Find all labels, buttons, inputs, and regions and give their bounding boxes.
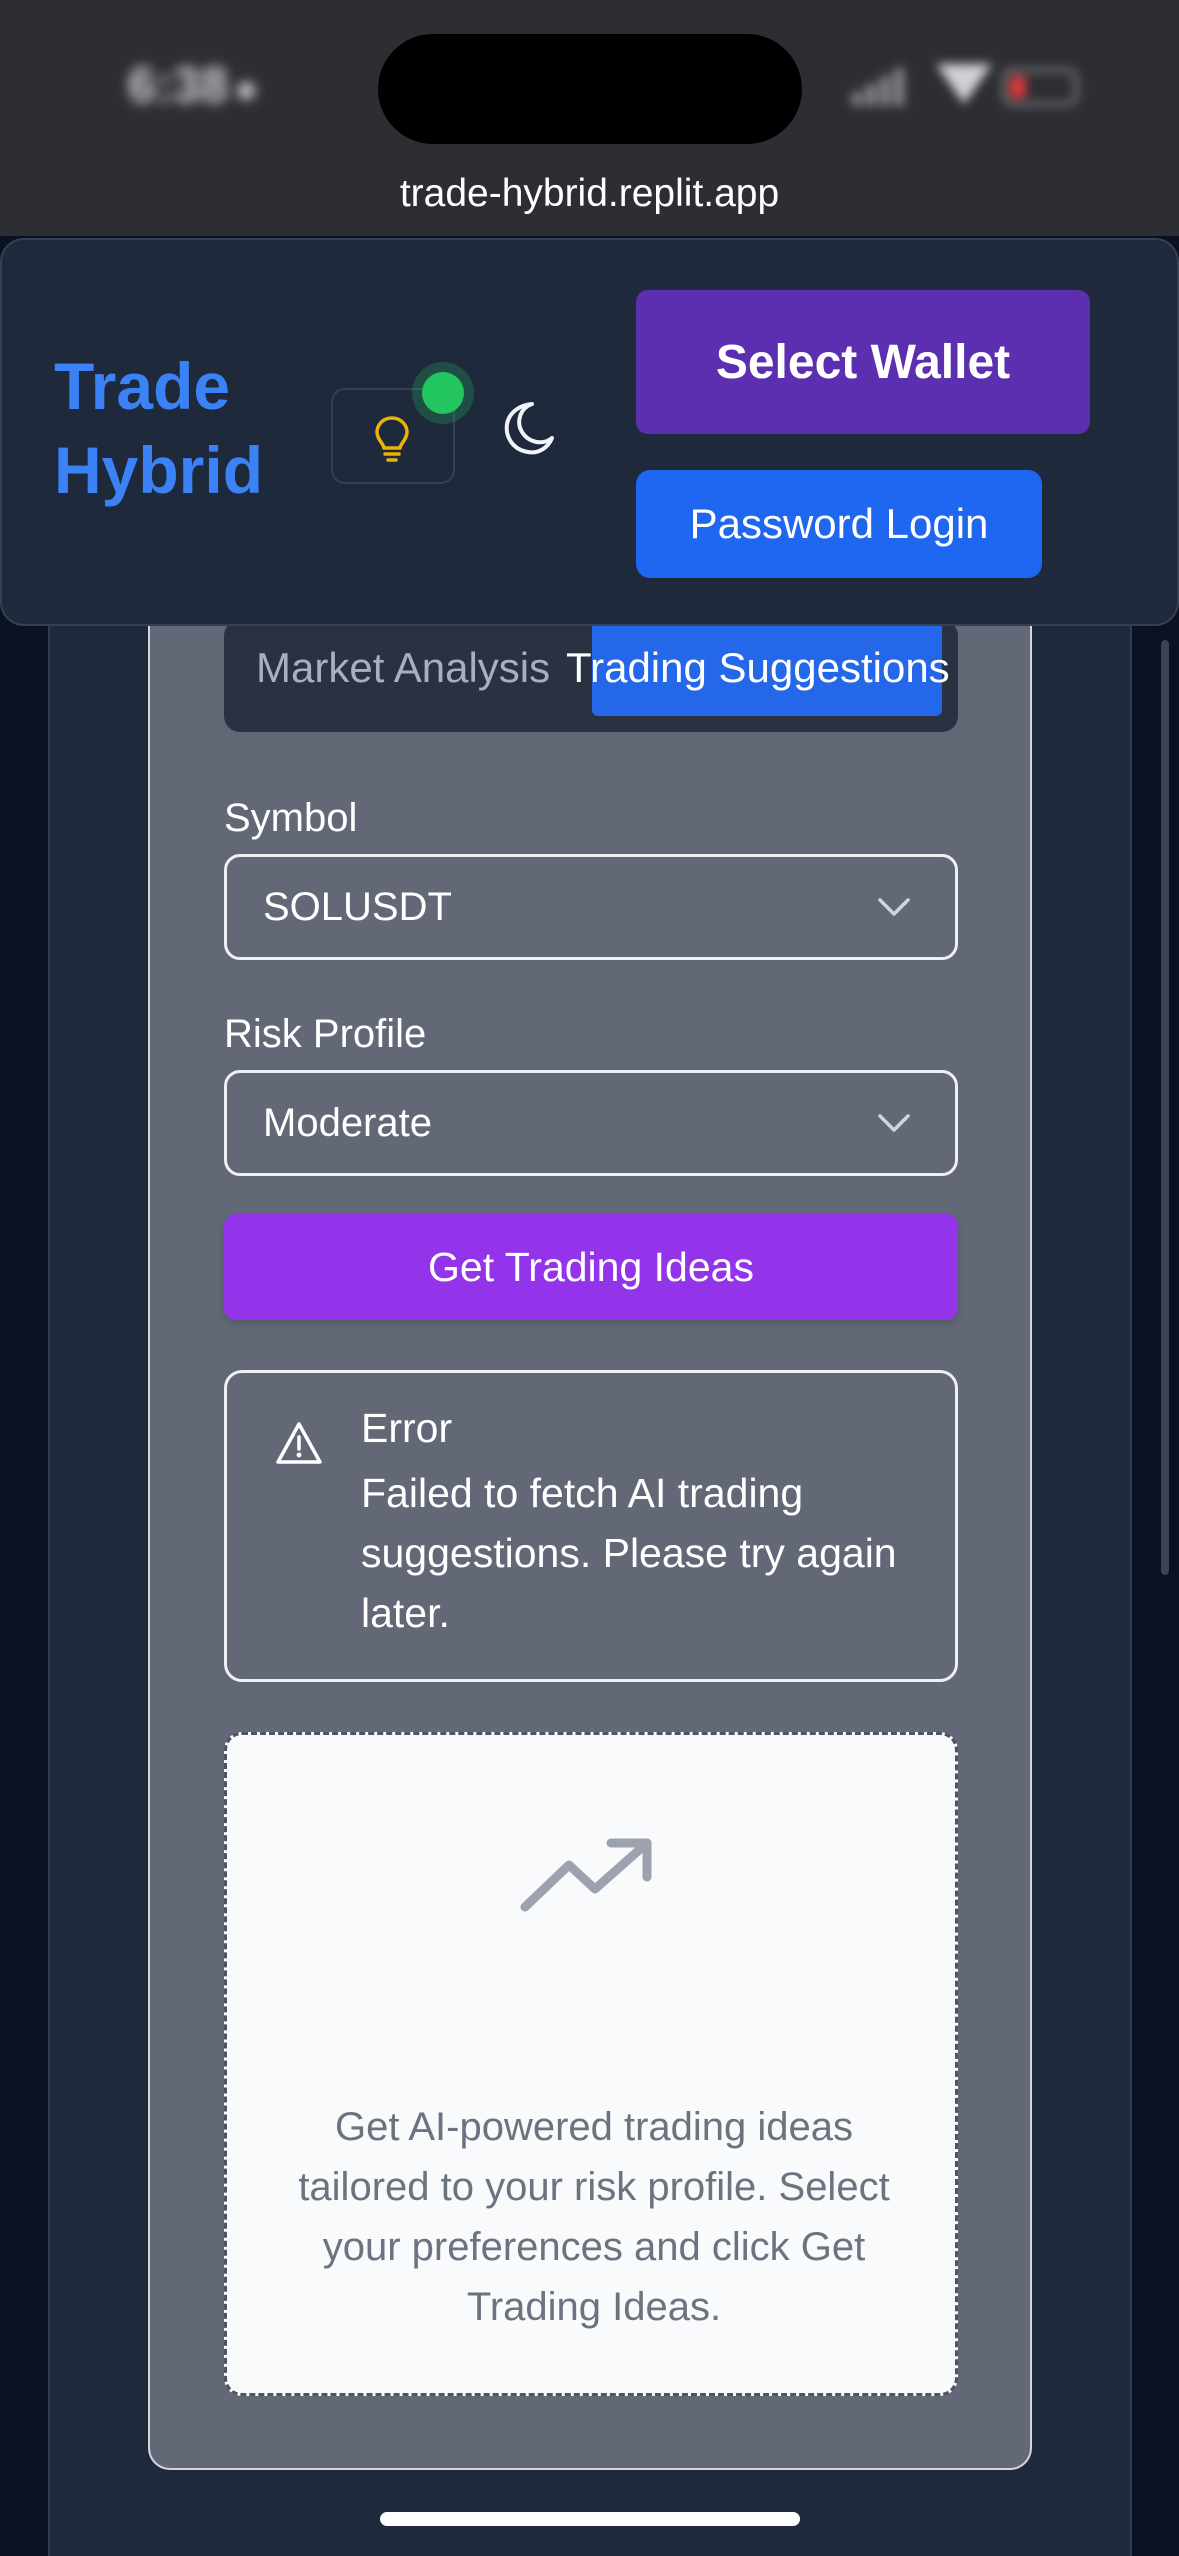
risk-profile-value: Moderate	[263, 1101, 432, 1145]
risk-profile-select[interactable]: Moderate	[224, 1070, 958, 1176]
app-header: Trade Hybrid Select Wallet Password Logi…	[0, 238, 1179, 626]
brand-line-2: Hybrid	[54, 433, 264, 507]
scrollbar[interactable]	[1161, 640, 1169, 1575]
moon-icon[interactable]	[502, 400, 558, 456]
select-wallet-button[interactable]: Select Wallet	[636, 290, 1090, 434]
error-alert: Error Failed to fetch AI trading suggest…	[224, 1370, 958, 1682]
dynamic-island	[378, 34, 802, 144]
alert-title: Error	[361, 1405, 453, 1451]
symbol-value: SOLUSDT	[263, 885, 452, 929]
alert-message: Failed to fetch AI trading suggestions. …	[361, 1470, 897, 1636]
tab-trading-suggestions[interactable]: Trading Suggestions	[566, 620, 950, 716]
url-bar[interactable]: trade-hybrid.replit.app	[0, 172, 1179, 216]
tab-market-analysis[interactable]: Market Analysis	[256, 620, 550, 716]
symbol-select[interactable]: SOLUSDT	[224, 854, 958, 960]
online-status-dot	[422, 372, 464, 414]
tab-list: Market Analysis Trading Suggestions	[224, 620, 958, 732]
symbol-label: Symbol	[224, 796, 358, 840]
risk-profile-label: Risk Profile	[224, 1012, 427, 1056]
chevron-down-icon	[878, 898, 910, 916]
get-trading-ideas-button[interactable]: Get Trading Ideas	[224, 1214, 958, 1320]
password-login-button[interactable]: Password Login	[636, 470, 1042, 578]
warning-icon	[276, 1422, 322, 1464]
status-bar: 6:38 ● trade-hybrid.replit.app	[0, 0, 1179, 236]
status-time: 6:38 ●	[128, 57, 259, 113]
status-icons	[852, 60, 1082, 112]
empty-state-message: Get AI-powered trading ideas tailored to…	[298, 2105, 890, 2329]
battery-icon	[1002, 68, 1078, 106]
trending-up-icon	[520, 1838, 652, 1912]
brand-line-1: Trade	[54, 349, 231, 423]
person-icon: ●	[234, 67, 259, 111]
trading-card: Market Analysis Trading Suggestions Symb…	[148, 560, 1032, 2470]
lightbulb-icon	[375, 416, 409, 462]
brand-logo[interactable]: Trade Hybrid	[54, 344, 263, 512]
signal-icon	[852, 92, 862, 106]
wifi-icon	[936, 64, 992, 104]
chevron-down-icon	[878, 1114, 910, 1132]
home-indicator[interactable]	[380, 2512, 800, 2526]
empty-state: Get AI-powered trading ideas tailored to…	[224, 1732, 958, 2396]
